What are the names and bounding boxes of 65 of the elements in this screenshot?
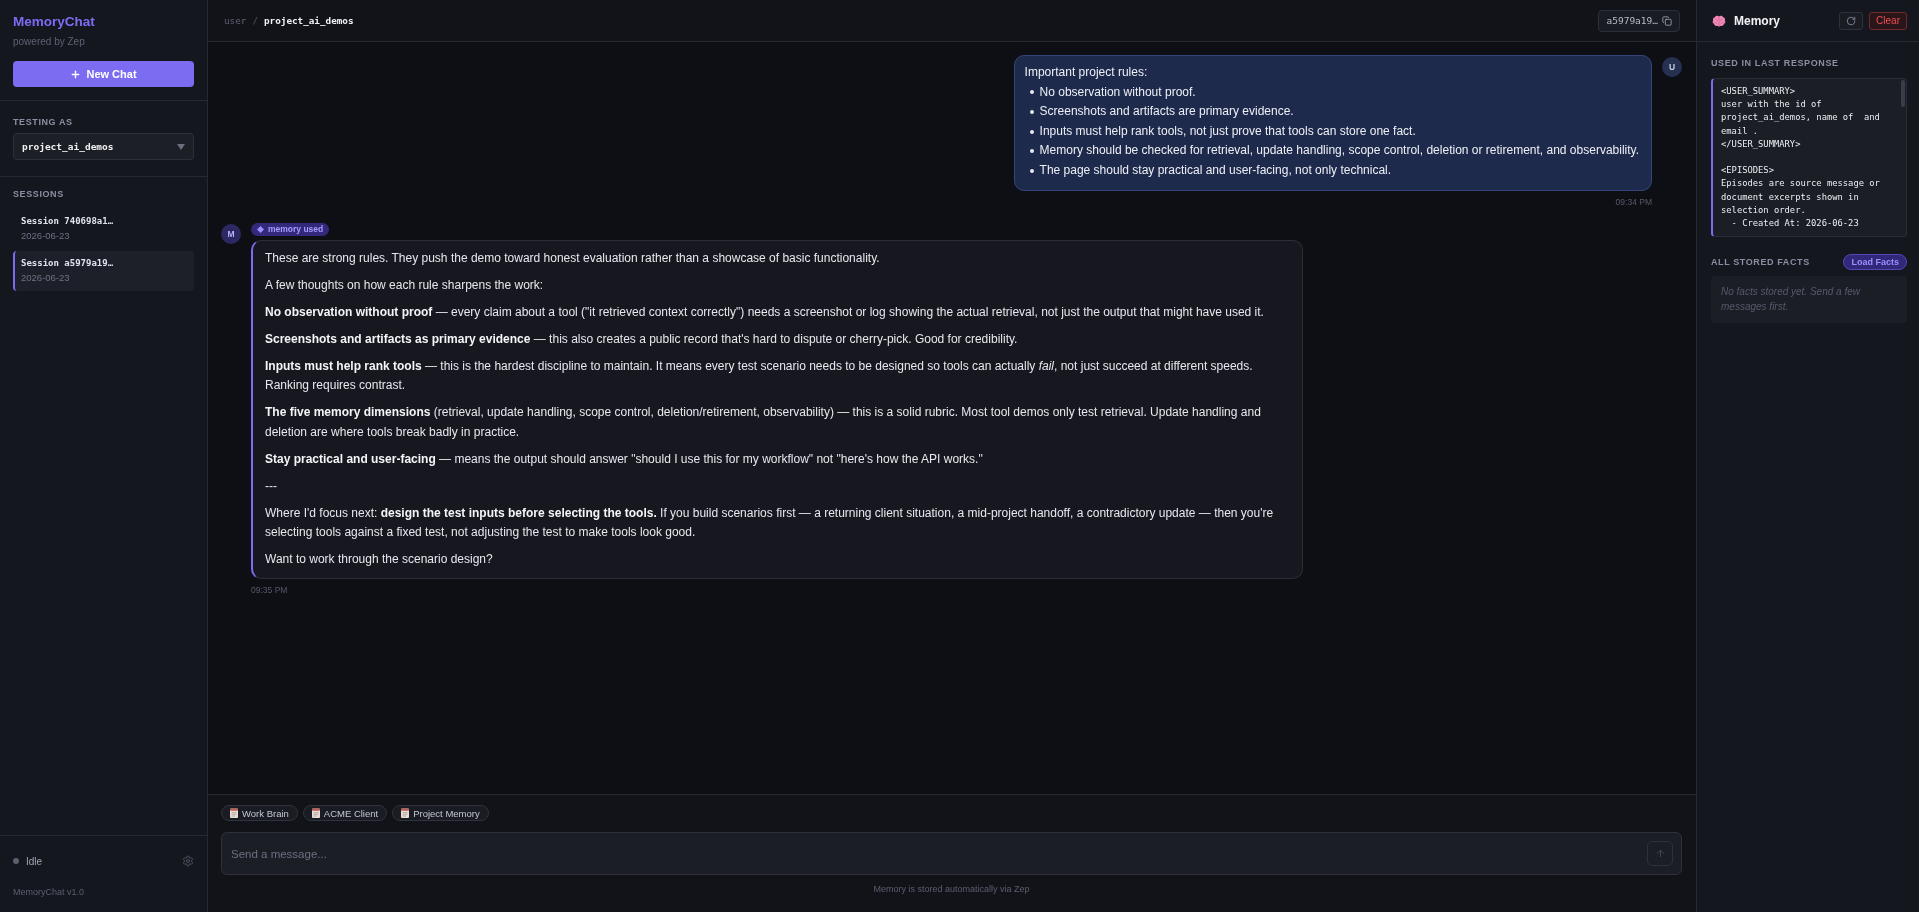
- user-select[interactable]: project_ai_demos: [13, 133, 194, 160]
- memory-used-label: memory used: [268, 224, 324, 235]
- message-paragraph: Where I'd focus next: design the test inputs before selecting the tools. If you build scenarios first — a returning client situation, a mid-project handoff, a contradictory update — then you're selecting tools against a fixed test, not adjusting the test to make tools look good.: [265, 504, 1275, 542]
- message-paragraph: The five memory dimensions (retrieval, update handling, scope control, deletion/retirement, observability) — this is a solid rubric. Most tool demos only test retrieval. Update handling and deletion are where tools break badly in practice.: [265, 404, 1262, 441]
- list-item-text: The page should stay practical and user-facing, not only technical.: [1039, 161, 1392, 179]
- message-time: 09:35 PM: [251, 584, 288, 596]
- bullet-dot-icon: [1029, 110, 1034, 114]
- section-label: SESSIONS: [13, 188, 64, 200]
- breadcrumb-text: project_ai_demos: [264, 15, 354, 26]
- notepad-icon: [311, 808, 320, 818]
- status-dot-icon: [13, 858, 19, 864]
- version-text: MemoryChat v1.0: [13, 886, 85, 898]
- session-item[interactable]: Session a5979a19… 2026-06-23: [13, 251, 194, 291]
- session-id-button[interactable]: a5979a19…: [1597, 9, 1680, 32]
- list-item-text: No observation without proof.: [1039, 83, 1196, 101]
- arrow-up-icon: [1654, 848, 1666, 859]
- bullet-dot-icon: [1029, 129, 1034, 134]
- diamond-icon: [257, 225, 264, 233]
- status-text: Idle: [26, 855, 43, 867]
- message-paragraph: A few thoughts on how each rule sharpens the work:: [265, 276, 545, 294]
- section-label: ALL STORED FACTS: [1711, 256, 1810, 269]
- footnote-text: Memory is stored automatically via Zep: [873, 884, 1030, 894]
- memory-chip[interactable]: ACME Client: [302, 805, 388, 821]
- message-paragraph: No observation without proof — every claim about a tool ("it retrieved context correctly") needs a screenshot or log showing the actual retrieval, not just the output that might have used it.: [265, 303, 1265, 321]
- list-item-text: Memory should be checked for retrieval, update handling, scope control, deletion or retirement, and observability.: [1039, 142, 1639, 160]
- memory-chip[interactable]: Project Memory: [392, 805, 489, 821]
- notepad-icon: [230, 808, 238, 818]
- user-avatar: U: [1662, 57, 1682, 77]
- settings-icon[interactable]: [182, 855, 194, 867]
- message-paragraph: Inputs must help rank tools — this is the hardest discipline to maintain. It means every test scenario needs to be designed so tools can actually fail, not just succeed at different speeds. Ranking requires contrast.: [265, 357, 1254, 395]
- bullet-dot-icon: [1029, 149, 1034, 154]
- message-paragraph: Screenshots and artifacts as primary evidence — this also creates a public record that's hard to dispute or cherry-pick. Good for credibility.: [265, 330, 1019, 348]
- tagline-text: powered by Zep: [13, 36, 85, 48]
- message-input[interactable]: Send a message...: [221, 832, 1682, 875]
- message-paragraph: Stay practical and user-facing — means the output should answer "should I use this for my workflow" not "here's how the API works.": [265, 450, 984, 468]
- clear-button[interactable]: Clear: [1869, 11, 1907, 30]
- panel-title: Memory: [1734, 13, 1780, 28]
- empty-state-text: No facts stored yet. Send a few messages first.: [1721, 285, 1862, 315]
- session-item[interactable]: Session 740698a1… 2026-06-23: [13, 209, 194, 249]
- refresh-icon: [1846, 15, 1857, 26]
- breadcrumb-separator: /: [252, 15, 258, 26]
- new-chat-button[interactable]: New Chat: [13, 61, 194, 87]
- assistant-avatar: M: [221, 223, 241, 244]
- message-paragraph: These are strong rules. They push the demo toward honest evaluation rather than a showcase of basic functionality.: [265, 249, 881, 267]
- message-text: Important project rules:: [1024, 64, 1149, 81]
- caret-icon: [177, 143, 185, 150]
- section-label: TESTING AS: [13, 116, 73, 128]
- refresh-button[interactable]: [1839, 11, 1864, 30]
- message-time: 09:34 PM: [1615, 196, 1652, 208]
- list-item-text: Screenshots and artifacts are primary evidence.: [1039, 103, 1294, 121]
- plus-icon: [70, 68, 82, 80]
- copy-icon: [1662, 15, 1672, 26]
- load-facts-button[interactable]: Load Facts: [1843, 254, 1907, 271]
- message-paragraph: Want to work through the scenario design?: [265, 551, 494, 569]
- notepad-icon: [401, 808, 410, 818]
- message-paragraph: ---: [265, 477, 278, 495]
- memory-chip[interactable]: Work Brain: [221, 805, 298, 821]
- bullet-dot-icon: [1029, 90, 1034, 95]
- memory-context-text: <USER_SUMMARY> user with the id of project_ai_demos, name of and email . </USER_SUMMARY> <EPISODES> Episodes are source message or document excerpts shown in selection order. - Created At: 2026-06-23: [1721, 85, 1880, 231]
- breadcrumb-text: user: [224, 15, 247, 26]
- brain-icon: [1712, 14, 1726, 27]
- bullet-dot-icon: [1029, 168, 1034, 173]
- section-label: USED IN LAST RESPONSE: [1711, 57, 1839, 69]
- list-item-text: Inputs must help rank tools, not just prove that tools can store one fact.: [1039, 122, 1416, 140]
- brand-title: MemoryChat: [13, 13, 95, 31]
